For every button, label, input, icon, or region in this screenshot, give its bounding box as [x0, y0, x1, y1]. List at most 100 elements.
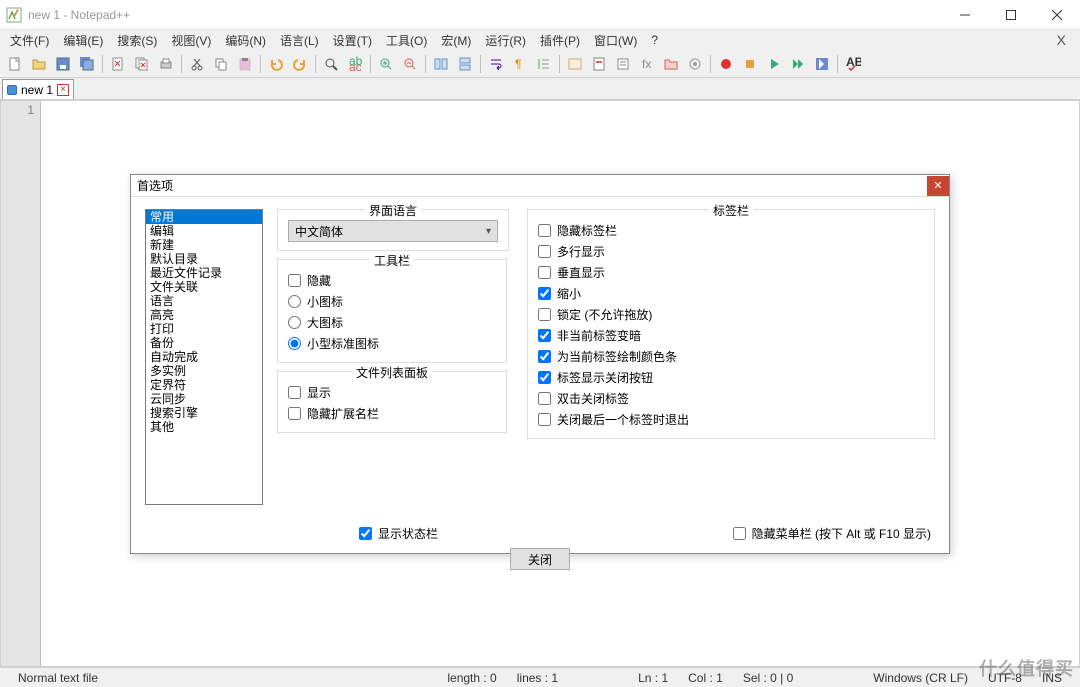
save-macro-icon[interactable]	[811, 53, 833, 75]
cut-icon[interactable]	[186, 53, 208, 75]
allchars-icon[interactable]: ¶	[509, 53, 531, 75]
tab-inactive-dark-checkbox[interactable]: 非当前标签变暗	[538, 325, 924, 346]
open-file-icon[interactable]	[28, 53, 50, 75]
category-item[interactable]: 默认目录	[146, 252, 262, 266]
minimize-button[interactable]	[942, 0, 988, 30]
category-item[interactable]: 文件关联	[146, 280, 262, 294]
category-item[interactable]: 其他	[146, 420, 262, 434]
play-icon[interactable]	[763, 53, 785, 75]
undo-icon[interactable]	[265, 53, 287, 75]
tab-multiline-checkbox[interactable]: 多行显示	[538, 241, 924, 262]
folder-ws-icon[interactable]	[660, 53, 682, 75]
zoom-in-icon[interactable]	[375, 53, 397, 75]
menu-search[interactable]: 搜索(S)	[111, 31, 163, 50]
toolbar-big-radio[interactable]: 大图标	[288, 312, 496, 333]
category-item[interactable]: 新建	[146, 238, 262, 252]
app-icon	[6, 7, 22, 23]
category-item[interactable]: 编辑	[146, 224, 262, 238]
record-icon[interactable]	[715, 53, 737, 75]
status-ln: Ln : 1	[628, 671, 678, 685]
mdi-close-button[interactable]: X	[1047, 32, 1076, 48]
maximize-button[interactable]	[988, 0, 1034, 30]
menu-tools[interactable]: 工具(O)	[380, 31, 433, 50]
tab-close-icon[interactable]: ×	[57, 84, 69, 96]
show-statusbar-checkbox[interactable]: 显示状态栏	[359, 523, 438, 544]
category-list[interactable]: 常用 编辑 新建 默认目录 最近文件记录 文件关联 语言 高亮 打印 备份 自动…	[145, 209, 263, 505]
docmap-icon[interactable]	[588, 53, 610, 75]
print-icon[interactable]	[155, 53, 177, 75]
toolbar-small-radio[interactable]: 小图标	[288, 291, 496, 312]
document-tab[interactable]: new 1 ×	[2, 79, 74, 99]
save-icon[interactable]	[52, 53, 74, 75]
category-item[interactable]: 备份	[146, 336, 262, 350]
toolbar-std-radio[interactable]: 小型标准图标	[288, 333, 496, 354]
udl-icon[interactable]	[564, 53, 586, 75]
category-item[interactable]: 定界符	[146, 378, 262, 392]
menu-view[interactable]: 视图(V)	[165, 31, 217, 50]
tab-colorbar-checkbox[interactable]: 为当前标签绘制颜色条	[538, 346, 924, 367]
menu-window[interactable]: 窗口(W)	[588, 31, 643, 50]
doclist-hideext-checkbox[interactable]: 隐藏扩展名栏	[288, 403, 496, 424]
doclist-icon[interactable]	[612, 53, 634, 75]
category-item[interactable]: 高亮	[146, 308, 262, 322]
menu-settings[interactable]: 设置(T)	[327, 31, 378, 50]
zoom-out-icon[interactable]	[399, 53, 421, 75]
menu-help[interactable]: ?	[645, 32, 664, 48]
toolbar-hide-checkbox[interactable]: 隐藏	[288, 270, 496, 291]
ui-language-group: 界面语言 中文简体 ▾	[277, 209, 509, 251]
indent-guide-icon[interactable]	[533, 53, 555, 75]
copy-icon[interactable]	[210, 53, 232, 75]
tab-small-checkbox[interactable]: 缩小	[538, 283, 924, 304]
tab-dblclick-close-checkbox[interactable]: 双击关闭标签	[538, 388, 924, 409]
find-icon[interactable]	[320, 53, 342, 75]
close-button[interactable]	[1034, 0, 1080, 30]
menu-file[interactable]: 文件(F)	[4, 31, 55, 50]
funclist-icon[interactable]: fx	[636, 53, 658, 75]
dialog-close-action-button[interactable]: 关闭	[510, 548, 570, 570]
hide-menubar-checkbox[interactable]: 隐藏菜单栏 (按下 Alt 或 F10 显示)	[733, 523, 931, 544]
menu-run[interactable]: 运行(R)	[479, 31, 532, 50]
dialog-close-button[interactable]: ✕	[927, 176, 949, 196]
tab-hide-checkbox[interactable]: 隐藏标签栏	[538, 220, 924, 241]
tab-lastexit-checkbox[interactable]: 关闭最后一个标签时退出	[538, 409, 924, 430]
doclist-show-checkbox[interactable]: 显示	[288, 382, 496, 403]
category-item[interactable]: 云同步	[146, 392, 262, 406]
play-multi-icon[interactable]	[787, 53, 809, 75]
replace-icon[interactable]: abac	[344, 53, 366, 75]
category-item[interactable]: 打印	[146, 322, 262, 336]
spellcheck-icon[interactable]: ABC	[842, 53, 864, 75]
monitor-icon[interactable]	[684, 53, 706, 75]
paste-icon[interactable]	[234, 53, 256, 75]
ui-language-combo[interactable]: 中文简体 ▾	[288, 220, 498, 242]
category-item[interactable]: 自动完成	[146, 350, 262, 364]
tab-closebtn-checkbox[interactable]: 标签显示关闭按钮	[538, 367, 924, 388]
menu-encoding[interactable]: 编码(N)	[219, 31, 272, 50]
status-bar: Normal text file length : 0 lines : 1 Ln…	[0, 667, 1080, 687]
category-item[interactable]: 多实例	[146, 364, 262, 378]
menu-plugins[interactable]: 插件(P)	[534, 31, 586, 50]
redo-icon[interactable]	[289, 53, 311, 75]
menu-language[interactable]: 语言(L)	[274, 31, 325, 50]
status-filetype: Normal text file	[8, 671, 108, 685]
sync-h-icon[interactable]	[454, 53, 476, 75]
stop-icon[interactable]	[739, 53, 761, 75]
toolbar-group: 工具栏 隐藏 小图标 大图标 小型标准图标	[277, 259, 507, 363]
category-item[interactable]: 语言	[146, 294, 262, 308]
new-file-icon[interactable]	[4, 53, 26, 75]
menu-macro[interactable]: 宏(M)	[435, 31, 477, 50]
close-file-icon[interactable]	[107, 53, 129, 75]
tab-vertical-checkbox[interactable]: 垂直显示	[538, 262, 924, 283]
save-all-icon[interactable]	[76, 53, 98, 75]
menu-edit[interactable]: 编辑(E)	[57, 31, 109, 50]
tab-lock-checkbox[interactable]: 锁定 (不允许拖放)	[538, 304, 924, 325]
chevron-down-icon: ▾	[486, 226, 491, 237]
category-item[interactable]: 最近文件记录	[146, 266, 262, 280]
menu-bar: 文件(F) 编辑(E) 搜索(S) 视图(V) 编码(N) 语言(L) 设置(T…	[0, 30, 1080, 50]
category-item[interactable]: 常用	[146, 210, 262, 224]
close-all-icon[interactable]	[131, 53, 153, 75]
wordwrap-icon[interactable]	[485, 53, 507, 75]
sync-v-icon[interactable]	[430, 53, 452, 75]
toolbar-separator	[181, 55, 182, 73]
tab-label: new 1	[21, 83, 53, 97]
category-item[interactable]: 搜索引擎	[146, 406, 262, 420]
